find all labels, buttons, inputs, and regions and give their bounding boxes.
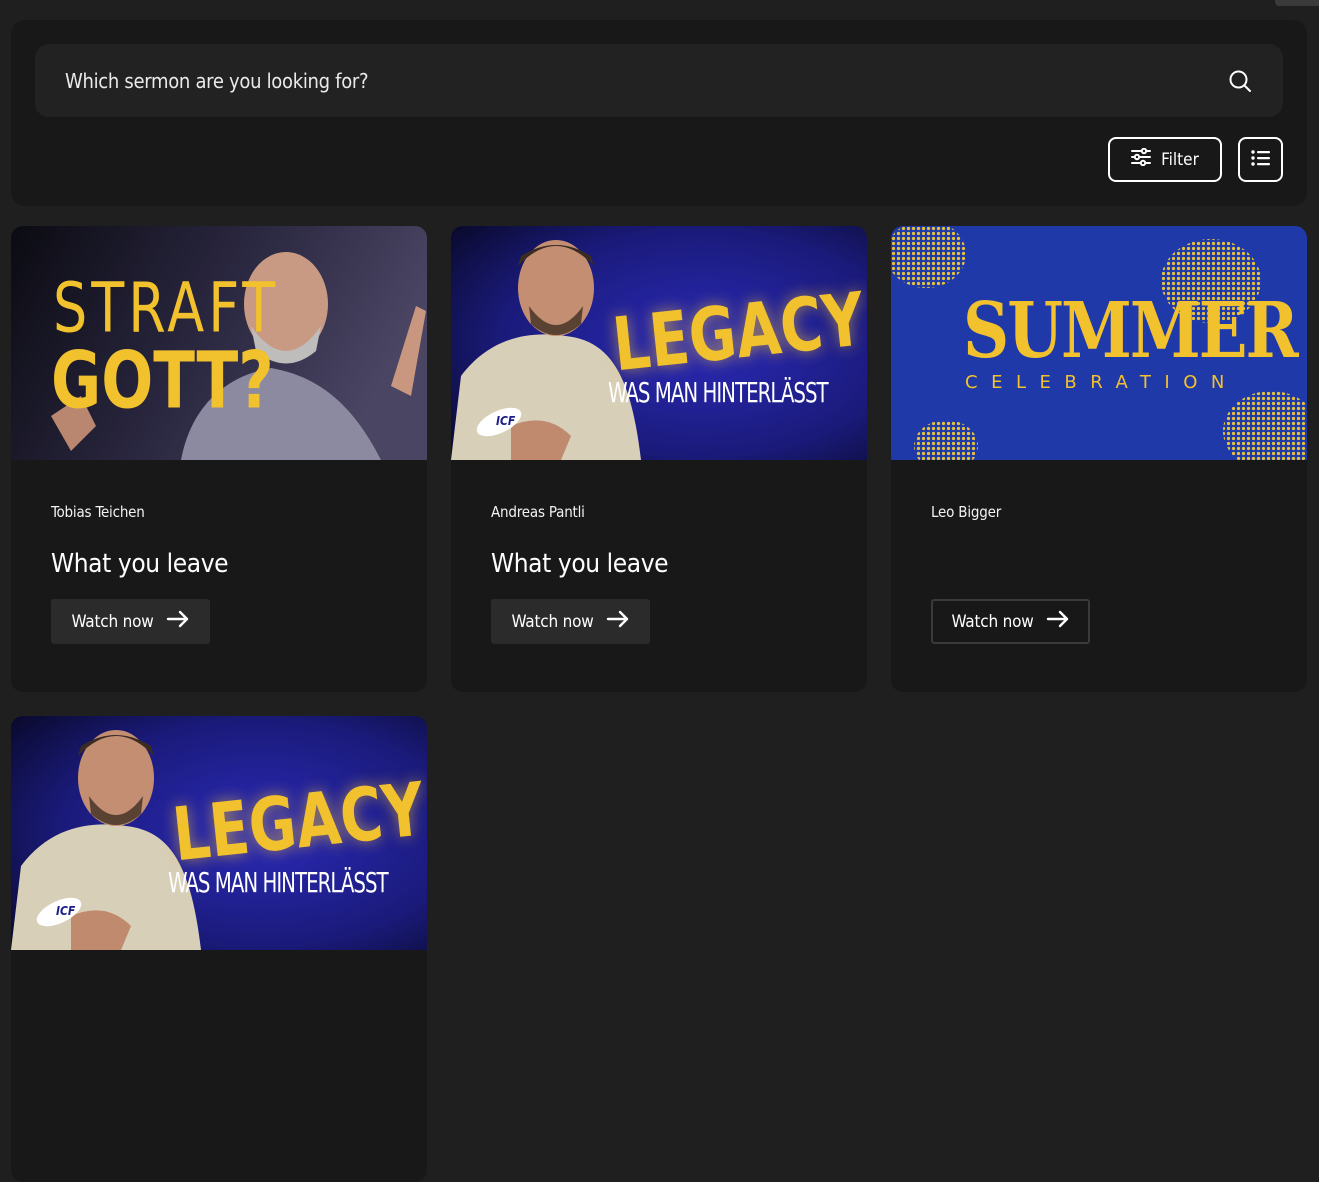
sermon-card[interactable]: ICF LEGACY WAS MAN HINTERLÄSST: [11, 716, 427, 1182]
sermon-card[interactable]: SUMMER CELEBRATION Leo Bigger Watch now: [891, 226, 1307, 692]
scrollbar-thumb[interactable]: [1275, 0, 1319, 6]
list-view-button[interactable]: [1238, 137, 1283, 182]
watch-now-button[interactable]: Watch now: [491, 599, 650, 644]
watch-now-button[interactable]: Watch now: [931, 599, 1090, 644]
thumbnail-line2: GOTT?: [51, 336, 274, 427]
thumbnail-logo: ICF: [56, 904, 76, 918]
sermon-title: What you leave: [491, 549, 669, 579]
sermon-card[interactable]: STRAFT GOTT? Tobias Teichen What you lea…: [11, 226, 427, 692]
filter-label: Filter: [1161, 149, 1199, 170]
sermon-thumbnail[interactable]: STRAFT GOTT?: [11, 226, 427, 460]
search-icon[interactable]: [1227, 68, 1253, 94]
sliders-icon: [1131, 147, 1152, 171]
speaker-name: Andreas Pantli: [491, 503, 585, 521]
speaker-name: Leo Bigger: [931, 503, 1002, 521]
arrow-right-icon: [606, 610, 630, 633]
watch-now-label: Watch now: [71, 611, 154, 632]
sermon-thumbnail[interactable]: ICF LEGACY WAS MAN HINTERLÄSST: [11, 716, 427, 950]
sermon-card[interactable]: ICF LEGACY WAS MAN HINTERLÄSST Andreas P…: [451, 226, 867, 692]
arrow-right-icon: [1046, 610, 1070, 633]
watch-now-button[interactable]: Watch now: [51, 599, 210, 644]
sermon-title: What you leave: [51, 549, 229, 579]
arrow-right-icon: [166, 610, 190, 633]
search-input[interactable]: [65, 68, 1227, 93]
thumbnail-line2: WAS MAN HINTERLÄSST: [168, 868, 389, 900]
thumbnail-line1: SUMMER: [963, 286, 1299, 376]
thumbnail-line2: WAS MAN HINTERLÄSST: [608, 378, 829, 410]
sermon-thumbnail[interactable]: ICF LEGACY WAS MAN HINTERLÄSST: [451, 226, 867, 460]
thumbnail-line2: CELEBRATION: [965, 372, 1238, 393]
speaker-name: Tobias Teichen: [51, 503, 145, 521]
search-panel: Filter: [11, 20, 1307, 206]
thumbnail-logo: ICF: [496, 414, 516, 428]
list-icon: [1250, 150, 1271, 169]
watch-now-label: Watch now: [951, 611, 1034, 632]
watch-now-label: Watch now: [511, 611, 594, 632]
filter-button[interactable]: Filter: [1108, 137, 1222, 182]
search-box: [35, 44, 1283, 117]
sermon-thumbnail[interactable]: SUMMER CELEBRATION: [891, 226, 1307, 460]
